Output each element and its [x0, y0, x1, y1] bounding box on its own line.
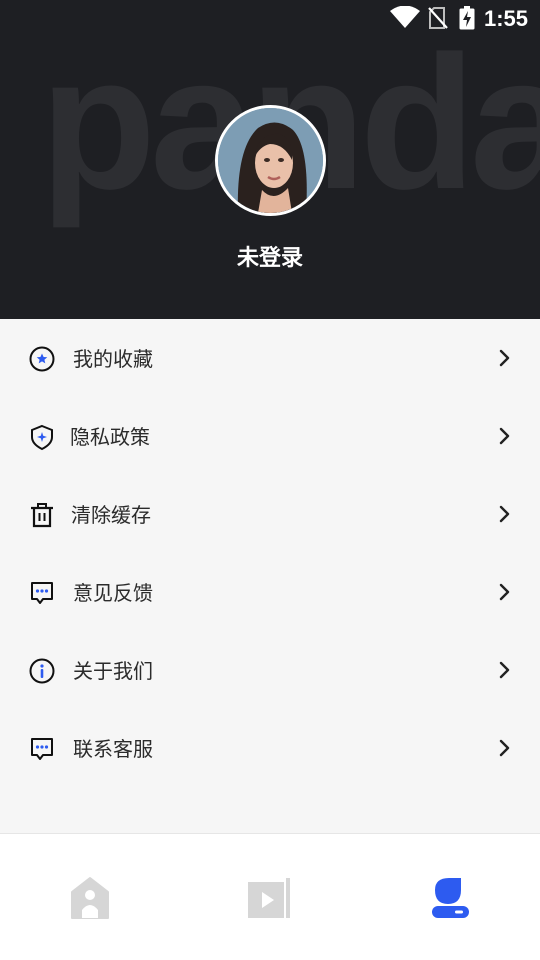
privacy-shield-icon — [31, 424, 53, 451]
status-time: 1:55 — [483, 6, 528, 31]
chevron-right-icon — [499, 505, 510, 523]
username: 未登录 — [236, 246, 303, 271]
feedback-chat-icon — [31, 582, 53, 604]
profile-header: panda 1:55 未登录 — [0, 0, 540, 319]
menu-label-about-us: 关于我们 — [73, 659, 153, 683]
tab-video[interactable] — [248, 876, 290, 920]
avatar[interactable] — [215, 105, 326, 216]
menu-item-privacy-policy[interactable]: 隐私政策 — [0, 397, 540, 475]
chevron-right-icon — [499, 349, 510, 367]
menu-item-about-us[interactable]: 关于我们 — [0, 631, 540, 709]
no-sim-icon — [428, 7, 448, 29]
status-bar: 1:55 — [0, 0, 540, 36]
customer-service-chat-icon — [31, 738, 53, 760]
chevron-right-icon — [499, 739, 510, 757]
battery-charging-icon — [459, 6, 475, 30]
favorite-star-icon — [29, 346, 55, 372]
video-icon — [248, 878, 290, 918]
tab-home[interactable] — [70, 876, 110, 920]
menu-label-feedback: 意见反馈 — [73, 581, 153, 605]
chevron-right-icon — [499, 583, 510, 601]
profile-icon — [432, 878, 469, 918]
tab-profile[interactable] — [431, 876, 471, 920]
menu-label-privacy-policy: 隐私政策 — [70, 425, 150, 449]
wifi-icon — [390, 6, 420, 28]
menu-label-clear-cache: 清除缓存 — [71, 503, 151, 527]
chevron-right-icon — [499, 427, 510, 445]
bottom-tab-bar — [0, 833, 540, 960]
settings-menu: 我的收藏 隐私政策 清除缓存 意见反馈 关于我们 联系客服 — [0, 319, 540, 787]
info-icon — [29, 658, 55, 684]
menu-item-favorites[interactable]: 我的收藏 — [0, 319, 540, 397]
menu-item-clear-cache[interactable]: 清除缓存 — [0, 475, 540, 553]
chevron-right-icon — [499, 661, 510, 679]
menu-label-favorites: 我的收藏 — [73, 347, 153, 371]
home-icon — [71, 877, 109, 919]
avatar-image — [218, 108, 323, 213]
trash-icon — [31, 503, 53, 528]
menu-label-customer-service: 联系客服 — [73, 737, 153, 761]
menu-item-customer-service[interactable]: 联系客服 — [0, 709, 540, 787]
menu-item-feedback[interactable]: 意见反馈 — [0, 553, 540, 631]
